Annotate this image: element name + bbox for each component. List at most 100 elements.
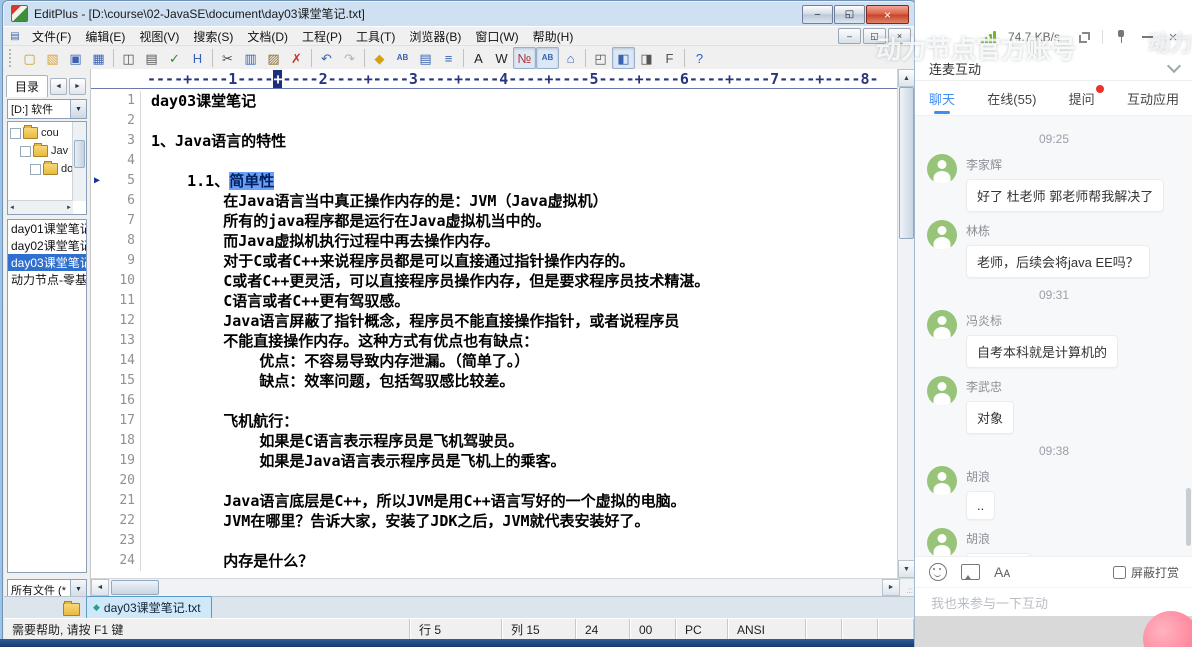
font-size-icon[interactable]: Aᴀ: [994, 564, 1010, 580]
menu-item[interactable]: 帮助(H): [526, 27, 581, 46]
file-list-item[interactable]: day01课堂笔记: [8, 220, 86, 237]
chat-tab[interactable]: 提问: [1069, 81, 1104, 116]
sidebar-tab-right-icon[interactable]: ►: [69, 78, 87, 95]
function-list-icon[interactable]: F: [658, 47, 681, 69]
block-rewards-option[interactable]: 屏蔽打赏: [1112, 564, 1179, 581]
line-number: 12: [103, 311, 141, 331]
mdi-close-button[interactable]: ×: [888, 28, 911, 44]
chat-section-header[interactable]: 连麦互动: [915, 56, 1192, 81]
scrollbar-thumb[interactable]: [111, 580, 159, 595]
directory-sidebar: 目录 ◄ ► [D:] 软件 ▼ cou Jav do ◄ ► day01课堂笔记 d…: [4, 69, 91, 600]
tree-checkbox[interactable]: [30, 163, 41, 175]
save-all-icon[interactable]: ▦: [87, 47, 110, 69]
line-number: 14: [103, 351, 141, 371]
file-list-item[interactable]: day02课堂笔记: [8, 237, 86, 254]
restore-button[interactable]: ◱: [834, 5, 865, 24]
expand-icon[interactable]: [1076, 29, 1092, 45]
scrollbar-thumb[interactable]: [899, 87, 914, 239]
save-icon[interactable]: ▣: [64, 47, 87, 69]
close-icon[interactable]: ×: [1165, 29, 1181, 45]
undo-icon[interactable]: ↶: [315, 47, 338, 69]
document-menu-icon[interactable]: ▤: [8, 29, 22, 43]
gift-button[interactable]: [1143, 611, 1192, 647]
chevron-down-icon[interactable]: [1166, 58, 1182, 74]
new-file-icon[interactable]: ▢: [18, 47, 41, 69]
chat-message-stream[interactable]: 09:25 李家辉 好了 杜老师 郭老师帮我解决了 林栋 老师，后续会将java EE吗…: [915, 116, 1192, 556]
menu-item[interactable]: 搜索(S): [186, 27, 240, 46]
word-wrap-icon[interactable]: W: [490, 47, 513, 69]
delete-icon[interactable]: ✗: [285, 47, 308, 69]
chat-tab[interactable]: 互动应用: [1127, 81, 1179, 116]
tree-horizontal-scrollbar[interactable]: ◄ ►: [8, 200, 73, 214]
html-toolbar-icon[interactable]: H: [186, 47, 209, 69]
tree-vertical-scrollbar[interactable]: [72, 122, 86, 201]
replace-icon[interactable]: AB: [391, 47, 414, 69]
scroll-up-icon[interactable]: ▲: [898, 69, 915, 87]
tree-checkbox[interactable]: [10, 127, 21, 139]
print-icon[interactable]: ▤: [140, 47, 163, 69]
minimize-icon[interactable]: [1139, 29, 1155, 45]
line-marker: [91, 291, 103, 311]
spell-check-icon[interactable]: ✓: [163, 47, 186, 69]
minimize-button[interactable]: –: [802, 5, 833, 24]
browser-preview-icon[interactable]: ⌂: [559, 47, 582, 69]
find-icon[interactable]: ◆: [368, 47, 391, 69]
title-bar[interactable]: EditPlus - [D:\course\02-JavaSE\document…: [3, 1, 915, 26]
copy-icon[interactable]: ▥: [239, 47, 262, 69]
chevron-down-icon[interactable]: ▼: [70, 100, 86, 118]
context-help-icon[interactable]: ?: [688, 47, 711, 69]
line-numbers-icon[interactable]: №: [513, 47, 536, 69]
chat-message-input[interactable]: [929, 594, 1179, 612]
scroll-right-icon[interactable]: ►: [66, 205, 72, 211]
scroll-left-icon[interactable]: ◄: [9, 205, 15, 211]
sort-lines-icon[interactable]: ≡: [437, 47, 460, 69]
tree-item[interactable]: do: [8, 160, 73, 178]
redo-icon[interactable]: ↷: [338, 47, 361, 69]
menu-item[interactable]: 文件(F): [25, 27, 78, 46]
paste-icon[interactable]: ▨: [262, 47, 285, 69]
scroll-down-icon[interactable]: ▼: [898, 560, 915, 578]
drive-select[interactable]: [D:] 软件 ▼: [7, 99, 87, 119]
menu-item[interactable]: 浏览器(B): [402, 27, 468, 46]
print-preview-icon[interactable]: ◫: [117, 47, 140, 69]
menu-item[interactable]: 工具(T): [349, 27, 402, 46]
mdi-minimize-button[interactable]: –: [838, 28, 861, 44]
emoji-icon[interactable]: [929, 563, 947, 581]
tree-item-label: cou: [41, 127, 59, 139]
cut-icon[interactable]: ✂: [216, 47, 239, 69]
fullscreen-icon[interactable]: ◰: [589, 47, 612, 69]
open-file-icon[interactable]: ▧: [41, 47, 64, 69]
scroll-right-icon[interactable]: ►: [882, 579, 900, 596]
menu-item[interactable]: 文档(D): [240, 27, 295, 46]
editor-vertical-scrollbar[interactable]: ▲ ▼: [897, 69, 915, 578]
close-button[interactable]: ×: [866, 5, 909, 24]
chat-scrollbar-thumb[interactable]: [1186, 488, 1191, 546]
sidebar-tab-left-icon[interactable]: ◄: [50, 78, 68, 95]
column-ruler-icon[interactable]: AB: [536, 47, 559, 69]
pin-icon[interactable]: [1113, 29, 1129, 45]
tree-item[interactable]: Jav: [8, 142, 73, 160]
sidebar-toggle-icon[interactable]: ◧: [612, 47, 635, 69]
font-icon[interactable]: A: [467, 47, 490, 69]
scroll-left-icon[interactable]: ◄: [91, 579, 109, 596]
directory-toggle-button[interactable]: [60, 600, 82, 618]
menu-item[interactable]: 视图(V): [132, 27, 186, 46]
tab-directory[interactable]: 目录: [6, 75, 49, 97]
menu-item[interactable]: 编辑(E): [78, 27, 132, 46]
file-list-item[interactable]: day03课堂笔记: [8, 254, 86, 271]
menu-item[interactable]: 窗口(W): [468, 27, 525, 46]
find-in-files-icon[interactable]: ▤: [414, 47, 437, 69]
chat-tab[interactable]: 聊天: [929, 81, 955, 116]
cliptext-icon[interactable]: ◨: [635, 47, 658, 69]
tree-checkbox[interactable]: [20, 145, 31, 157]
file-list-item[interactable]: 动力节点-零基: [8, 271, 86, 288]
editor-area[interactable]: ----+----1---- + ----2----+----3----+----4…: [91, 69, 897, 578]
chat-tab[interactable]: 在线(55): [987, 81, 1036, 116]
editor-horizontal-scrollbar[interactable]: ◄ ► .::: [91, 578, 914, 596]
mdi-restore-button[interactable]: ◱: [863, 28, 886, 44]
menu-item[interactable]: 工程(P): [295, 27, 349, 46]
document-tab[interactable]: ◆ day03课堂笔记.txt: [86, 596, 212, 619]
tree-item[interactable]: cou: [8, 124, 73, 142]
image-icon[interactable]: [961, 564, 980, 580]
block-rewards-checkbox[interactable]: [1112, 565, 1126, 579]
